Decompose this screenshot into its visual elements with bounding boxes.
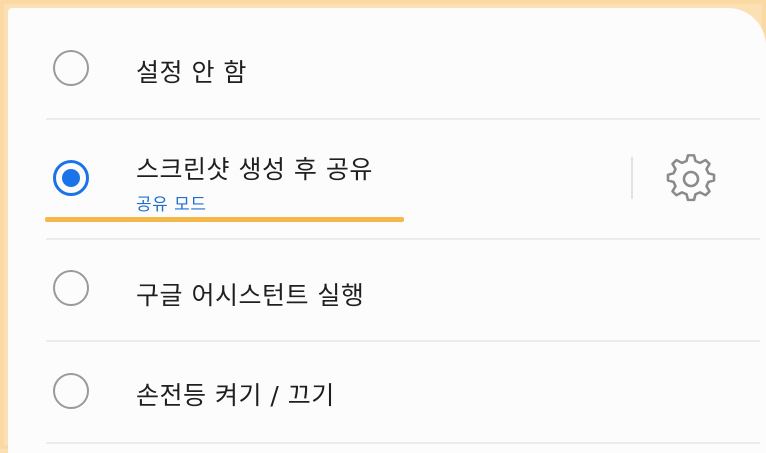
option-label: 스크린샷 생성 후 공유 bbox=[136, 155, 373, 184]
option-label: 구글 어시스턴트 실행 bbox=[136, 281, 365, 310]
highlight-underline bbox=[45, 217, 404, 222]
option-label: 손전등 켜기 / 끄기 bbox=[136, 381, 335, 410]
radio-dot bbox=[62, 169, 80, 187]
radio-button-selected[interactable] bbox=[53, 160, 89, 196]
option-row-google-assistant[interactable]: 구글 어시스턴트 실행 bbox=[8, 240, 766, 340]
option-row-flashlight[interactable]: 손전등 켜기 / 끄기 bbox=[8, 342, 766, 442]
option-row-none[interactable]: 설정 안 함 bbox=[8, 8, 766, 118]
options-panel: 설정 안 함 스크린샷 생성 후 공유 공유 모드 구글 어시스턴트 실행 손전… bbox=[8, 8, 766, 453]
screenshot-frame: 설정 안 함 스크린샷 생성 후 공유 공유 모드 구글 어시스턴트 실행 손전… bbox=[0, 0, 766, 453]
option-sublabel: 공유 모드 bbox=[136, 195, 207, 215]
radio-button[interactable] bbox=[53, 50, 89, 86]
gear-icon[interactable] bbox=[666, 154, 716, 204]
radio-button[interactable] bbox=[53, 373, 89, 409]
radio-button[interactable] bbox=[53, 270, 89, 306]
divider bbox=[46, 442, 760, 444]
vertical-separator bbox=[631, 157, 633, 199]
option-label: 설정 안 함 bbox=[136, 58, 247, 87]
